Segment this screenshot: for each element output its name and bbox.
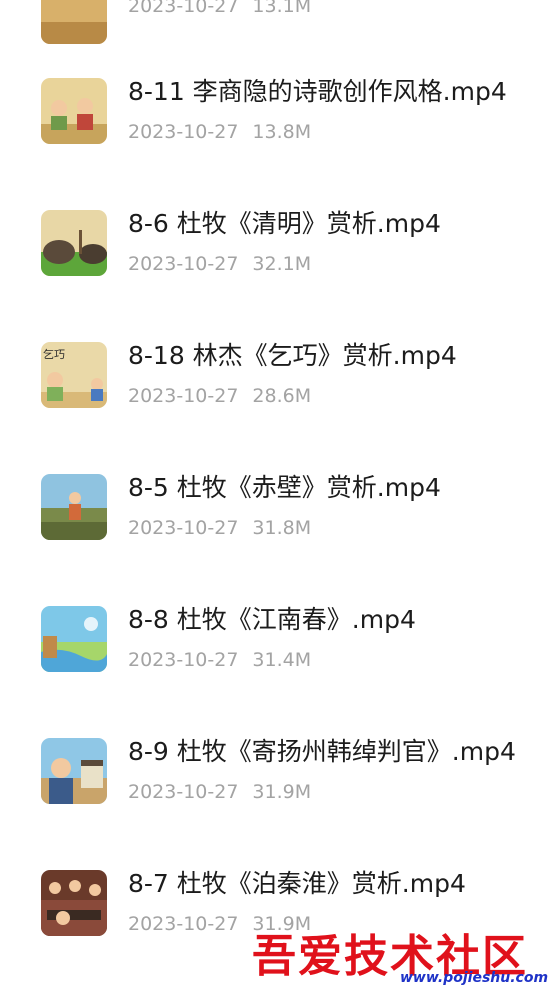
video-thumbnail [41,738,107,804]
file-date: 2023-10-27 [128,649,239,671]
site-watermark: 吾爱技术社区 www.pojieshu.com [250,918,550,996]
file-date: 2023-10-27 [128,781,239,803]
file-size: 32.1M [252,253,312,275]
file-date: 2023-10-27 [128,0,239,17]
video-thumbnail: 乞巧 [41,342,107,408]
file-list: 2023-10-27 13.1M 8-11 李商隐的诗歌创作风格.mp4 2023… [0,0,553,1000]
file-size: 31.9M [252,781,312,803]
list-item[interactable]: 8-8 杜牧《江南春》.mp4 2023-10-27 31.4M [0,572,553,704]
video-thumbnail [41,210,107,276]
list-item[interactable]: 8-11 李商隐的诗歌创作风格.mp4 2023-10-27 13.8M [0,44,553,176]
file-meta: 2023-10-27 28.6M [128,384,311,408]
file-title: 8-9 杜牧《寄扬州韩绰判官》.mp4 [128,737,516,766]
thumbnail-caption: 乞巧 [43,347,65,361]
file-date: 2023-10-27 [128,253,239,275]
file-date: 2023-10-27 [128,517,239,539]
watermark-url: www.pojieshu.com [400,970,549,986]
file-size: 31.8M [252,517,312,539]
file-size: 28.6M [252,385,312,407]
file-title: 8-5 杜牧《赤壁》赏析.mp4 [128,473,441,502]
video-thumbnail [41,870,107,936]
file-meta: 2023-10-27 13.1M [128,0,311,18]
video-thumbnail [41,0,107,44]
file-size: 13.1M [252,0,312,17]
file-date: 2023-10-27 [128,913,239,935]
file-title: 8-7 杜牧《泊秦淮》赏析.mp4 [128,869,466,898]
list-item[interactable]: 8-6 杜牧《清明》赏析.mp4 2023-10-27 32.1M [0,176,553,308]
file-meta: 2023-10-27 32.1M [128,252,311,276]
file-size: 13.8M [252,121,312,143]
file-meta: 2023-10-27 31.8M [128,516,311,540]
video-thumbnail [41,474,107,540]
file-meta: 2023-10-27 31.4M [128,648,311,672]
video-thumbnail [41,606,107,672]
list-item[interactable]: 8-9 杜牧《寄扬州韩绰判官》.mp4 2023-10-27 31.9M [0,704,553,836]
file-meta: 2023-10-27 13.8M [128,120,311,144]
file-size: 31.4M [252,649,312,671]
file-title: 8-6 杜牧《清明》赏析.mp4 [128,209,441,238]
file-title: 8-11 李商隐的诗歌创作风格.mp4 [128,77,507,106]
file-date: 2023-10-27 [128,385,239,407]
list-item[interactable]: 8-5 杜牧《赤壁》赏析.mp4 2023-10-27 31.8M [0,440,553,572]
file-date: 2023-10-27 [128,121,239,143]
list-item[interactable]: 2023-10-27 13.1M [0,0,553,44]
file-title: 8-8 杜牧《江南春》.mp4 [128,605,416,634]
file-title: 8-18 林杰《乞巧》赏析.mp4 [128,341,457,370]
file-meta: 2023-10-27 31.9M [128,780,311,804]
video-thumbnail [41,78,107,144]
list-item[interactable]: 乞巧 8-18 林杰《乞巧》赏析.mp4 2023-10-27 28.6M [0,308,553,440]
